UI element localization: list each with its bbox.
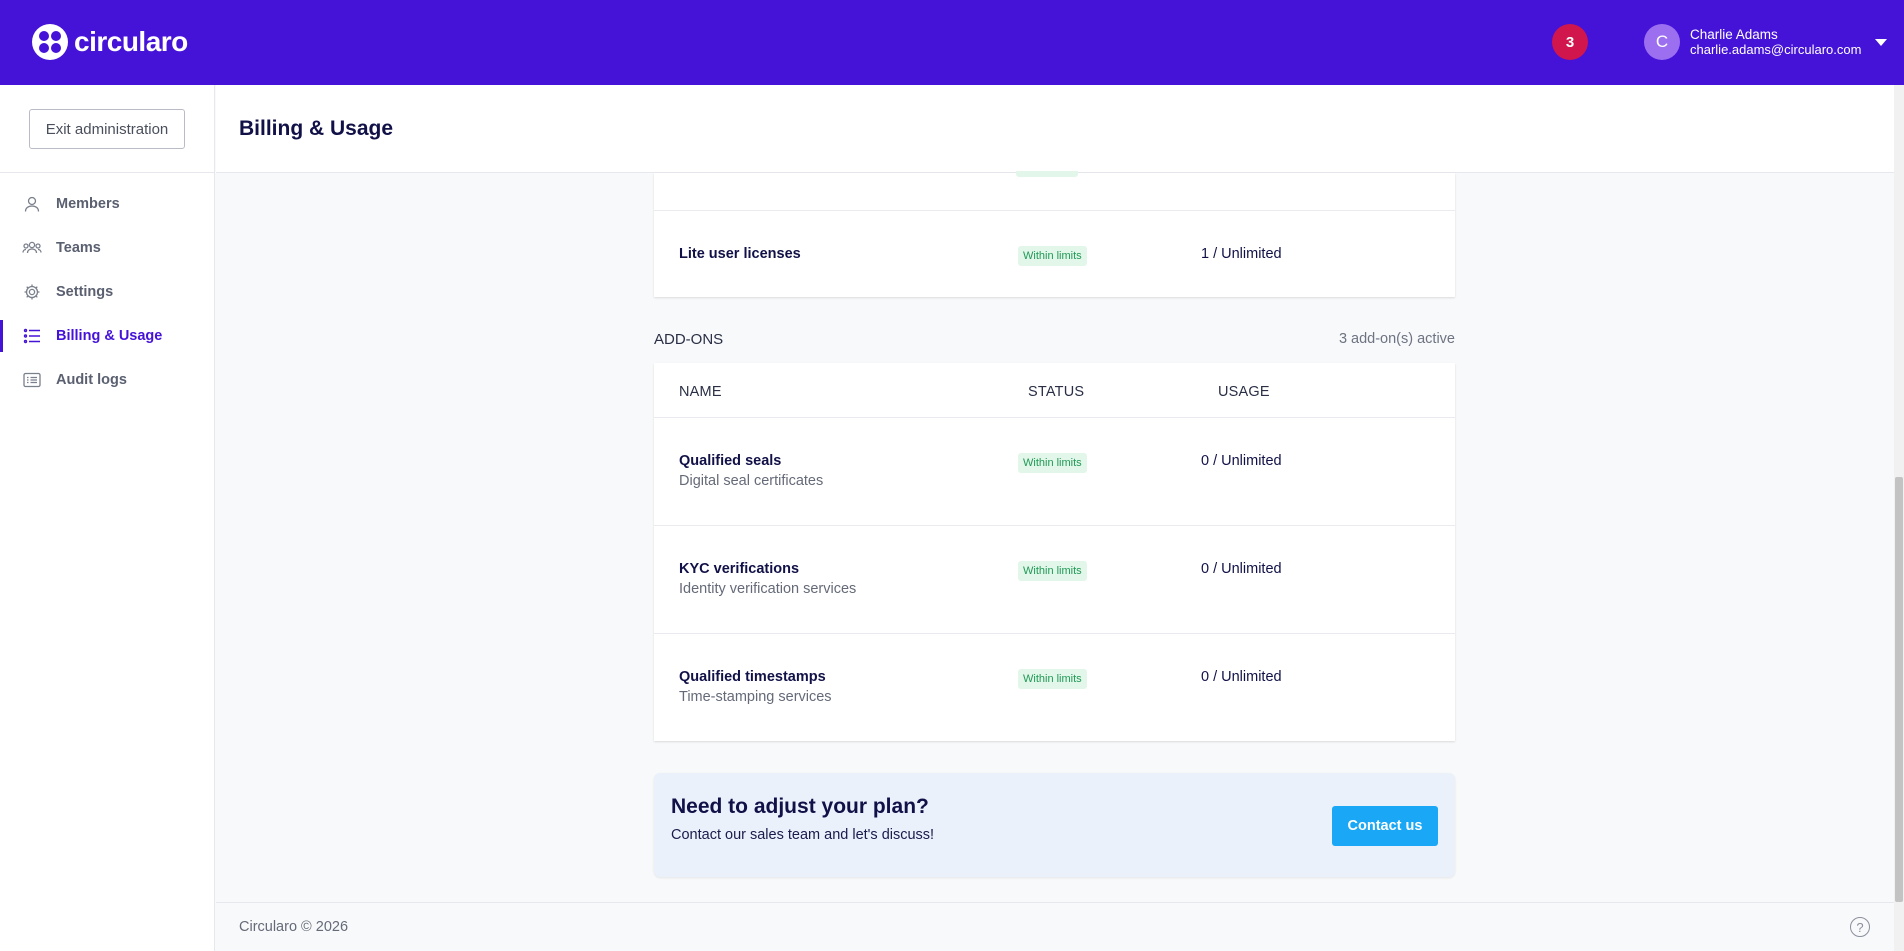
sidebar-nav: Members Teams Settings Billing & Usage A…: [0, 182, 215, 402]
sidebar-item-billing-usage[interactable]: Billing & Usage: [0, 314, 215, 358]
sidebar: Exit administration Members Teams Settin…: [0, 85, 215, 951]
addon-description: Digital seal certificates: [679, 473, 824, 489]
copyright-text: Circularo © 2026: [239, 919, 349, 935]
license-name: Lite user licenses: [679, 246, 801, 262]
help-icon[interactable]: ?: [1850, 917, 1870, 937]
addon-description: Identity verification services: [679, 581, 857, 597]
user-info: Charlie Adams charlie.adams@circularo.co…: [1690, 27, 1861, 57]
column-header-usage: USAGE: [1218, 384, 1270, 400]
usage-value: 1 / Unlimited: [1201, 246, 1282, 262]
status-badge: Within limits: [1018, 246, 1087, 266]
scrollbar[interactable]: [1894, 85, 1904, 951]
sidebar-item-label: Teams: [56, 240, 101, 256]
user-email: charlie.adams@circularo.com: [1690, 42, 1862, 57]
avatar: C: [1644, 24, 1680, 60]
adjust-plan-banner: Need to adjust your plan? Contact our sa…: [654, 773, 1455, 877]
sidebar-item-members[interactable]: Members: [0, 182, 215, 226]
banner-subtitle: Contact our sales team and let's discuss…: [671, 827, 935, 843]
addon-description: Time-stamping services: [679, 689, 832, 705]
sidebar-item-audit-logs[interactable]: Audit logs: [0, 358, 215, 402]
status-badge: Within limits: [1018, 561, 1087, 581]
status-badge: Within limits: [1018, 669, 1087, 689]
addons-active-count: 3 add-on(s) active: [1338, 331, 1455, 347]
licenses-card: Lite user licenses Within limits 1 / Unl…: [654, 171, 1455, 297]
addon-name: KYC verifications: [679, 561, 800, 577]
sidebar-divider: [0, 172, 215, 173]
list-icon: [22, 326, 42, 346]
usage-value: 0 / Unlimited: [1201, 669, 1282, 685]
table-row: Qualified timestamps Time-stamping servi…: [654, 634, 1455, 741]
usage-value: 0 / Unlimited: [1201, 561, 1282, 577]
page-header: Billing & Usage: [216, 85, 1904, 173]
sidebar-item-label: Billing & Usage: [56, 328, 163, 344]
sidebar-item-label: Members: [56, 196, 120, 212]
person-icon: [22, 194, 42, 214]
table-row: Qualified seals Digital seal certificate…: [654, 418, 1455, 526]
exit-administration-button[interactable]: Exit administration: [29, 109, 185, 149]
status-badge-partial: [1016, 171, 1078, 177]
table-row: KYC verifications Identity verification …: [654, 526, 1455, 634]
page-title: Billing & Usage: [239, 117, 394, 140]
usage-value: 0 / Unlimited: [1201, 453, 1282, 469]
log-icon: [22, 370, 42, 390]
sidebar-item-label: Settings: [56, 284, 114, 300]
addons-section-label: ADD-ONS: [654, 331, 724, 348]
top-bar: circularo 3 C Charlie Adams charlie.adam…: [0, 0, 1904, 85]
logo[interactable]: circularo: [32, 24, 188, 60]
sidebar-item-settings[interactable]: Settings: [0, 270, 215, 314]
scrollbar-thumb[interactable]: [1895, 477, 1903, 902]
column-header-status: STATUS: [1028, 384, 1085, 400]
people-icon: [22, 238, 42, 258]
table-row-partial: [654, 171, 1455, 211]
contact-us-button[interactable]: Contact us: [1332, 806, 1438, 846]
addon-name: Qualified seals: [679, 453, 782, 469]
chevron-down-icon: [1875, 38, 1888, 46]
table-row: Lite user licenses Within limits 1 / Unl…: [654, 211, 1455, 297]
addon-name: Qualified timestamps: [679, 669, 826, 685]
sidebar-item-teams[interactable]: Teams: [0, 226, 215, 270]
notifications-badge[interactable]: 3: [1552, 24, 1588, 60]
user-name: Charlie Adams: [1690, 27, 1778, 42]
gear-icon: [22, 282, 42, 302]
logo-text: circularo: [74, 26, 188, 57]
circularo-logo-icon: [32, 24, 68, 60]
banner-title: Need to adjust your plan?: [671, 795, 929, 818]
status-badge: Within limits: [1018, 453, 1087, 473]
table-header: NAME STATUS USAGE: [654, 363, 1455, 418]
user-menu[interactable]: C Charlie Adams charlie.adams@circularo.…: [1644, 24, 1888, 60]
addons-table: NAME STATUS USAGE Qualified seals Digita…: [654, 363, 1455, 741]
footer: Circularo © 2026 ?: [216, 902, 1904, 951]
sidebar-item-label: Audit logs: [56, 372, 127, 388]
column-header-name: NAME: [679, 384, 722, 400]
